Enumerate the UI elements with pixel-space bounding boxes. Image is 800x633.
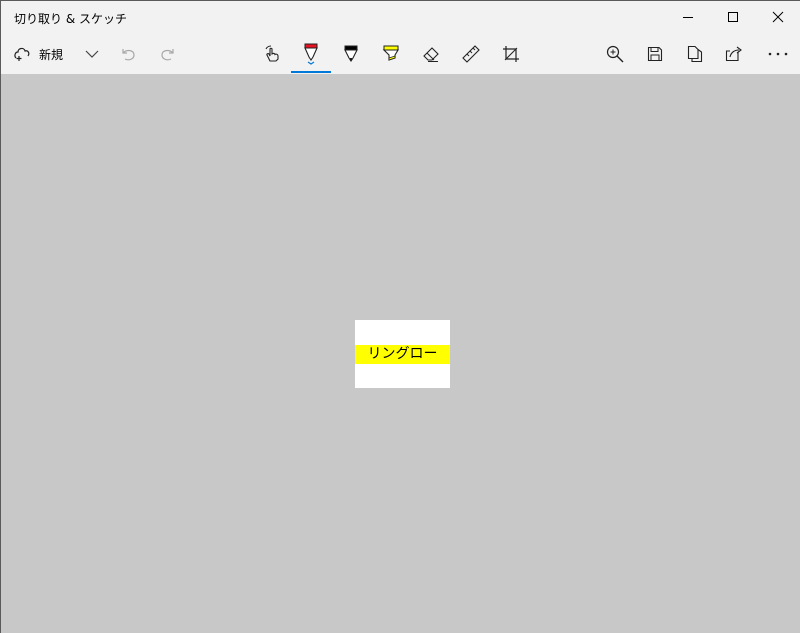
share-button[interactable]: [720, 34, 748, 74]
new-label: 新規: [39, 47, 64, 62]
snip-image[interactable]: リングロー: [355, 320, 450, 388]
more-icon: [768, 52, 788, 56]
maximize-button[interactable]: [710, 1, 756, 33]
active-tool-indicator: [291, 71, 331, 73]
pencil-icon: [344, 45, 358, 62]
highlighter-icon: [382, 45, 399, 61]
eraser-button[interactable]: [417, 34, 445, 74]
zoom-in-icon: [606, 45, 624, 63]
redo-icon: [161, 49, 174, 61]
new-options-dropdown[interactable]: [81, 34, 103, 74]
ruler-button[interactable]: [457, 34, 485, 74]
more-options-button[interactable]: [763, 34, 793, 74]
minimize-icon: [683, 17, 693, 18]
chevron-down-icon: [85, 50, 99, 58]
undo-button[interactable]: [115, 34, 141, 74]
minimize-button[interactable]: [665, 1, 711, 33]
ballpoint-pen-button[interactable]: [297, 34, 325, 74]
new-snip-icon: [14, 47, 30, 61]
copy-icon: [687, 45, 703, 63]
highlighter-button[interactable]: [377, 34, 405, 74]
touch-writing-button[interactable]: [259, 34, 285, 74]
redo-button[interactable]: [155, 34, 181, 74]
zoom-button[interactable]: [601, 34, 629, 74]
undo-icon: [122, 49, 135, 61]
crop-icon: [503, 46, 519, 62]
crop-button[interactable]: [497, 34, 525, 74]
snip-and-sketch-window: 切り取り & スケッチ 新規 リングロー: [0, 0, 800, 633]
copy-button[interactable]: [681, 34, 709, 74]
touch-writing-icon: [265, 45, 279, 62]
save-icon: [647, 46, 663, 62]
toolbar: 新規: [1, 34, 800, 74]
new-button[interactable]: 新規: [13, 34, 73, 74]
snip-text: リングロー: [367, 346, 438, 362]
share-icon: [725, 46, 742, 62]
title-bar[interactable]: 切り取り & スケッチ: [1, 1, 800, 34]
save-button[interactable]: [641, 34, 669, 74]
canvas-area[interactable]: リングロー: [1, 74, 800, 633]
maximize-icon: [728, 12, 738, 22]
pencil-button[interactable]: [337, 34, 365, 74]
ruler-icon: [462, 45, 480, 63]
window-title: 切り取り & スケッチ: [14, 12, 127, 26]
close-button[interactable]: [755, 1, 800, 33]
close-icon: [772, 11, 784, 23]
ballpoint-pen-icon: [304, 43, 318, 65]
eraser-icon: [423, 47, 439, 62]
